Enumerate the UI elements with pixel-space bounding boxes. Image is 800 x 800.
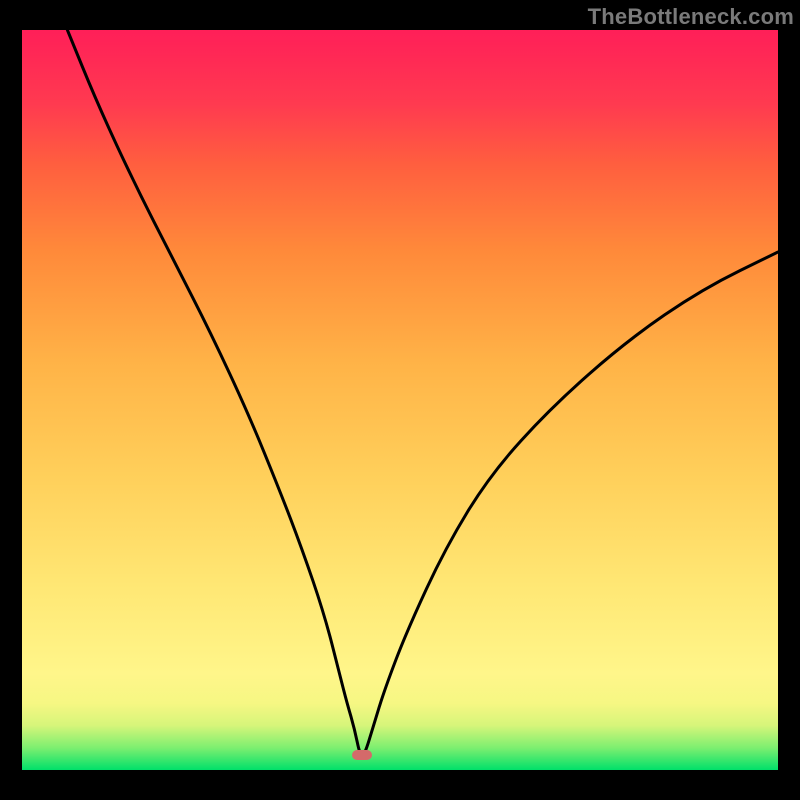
- curve-svg: [22, 30, 778, 770]
- watermark-text: TheBottleneck.com: [588, 4, 794, 30]
- plot-frame: [22, 30, 778, 770]
- bottleneck-curve: [67, 30, 778, 755]
- plot-area: [22, 30, 778, 770]
- minimum-marker: [352, 750, 372, 760]
